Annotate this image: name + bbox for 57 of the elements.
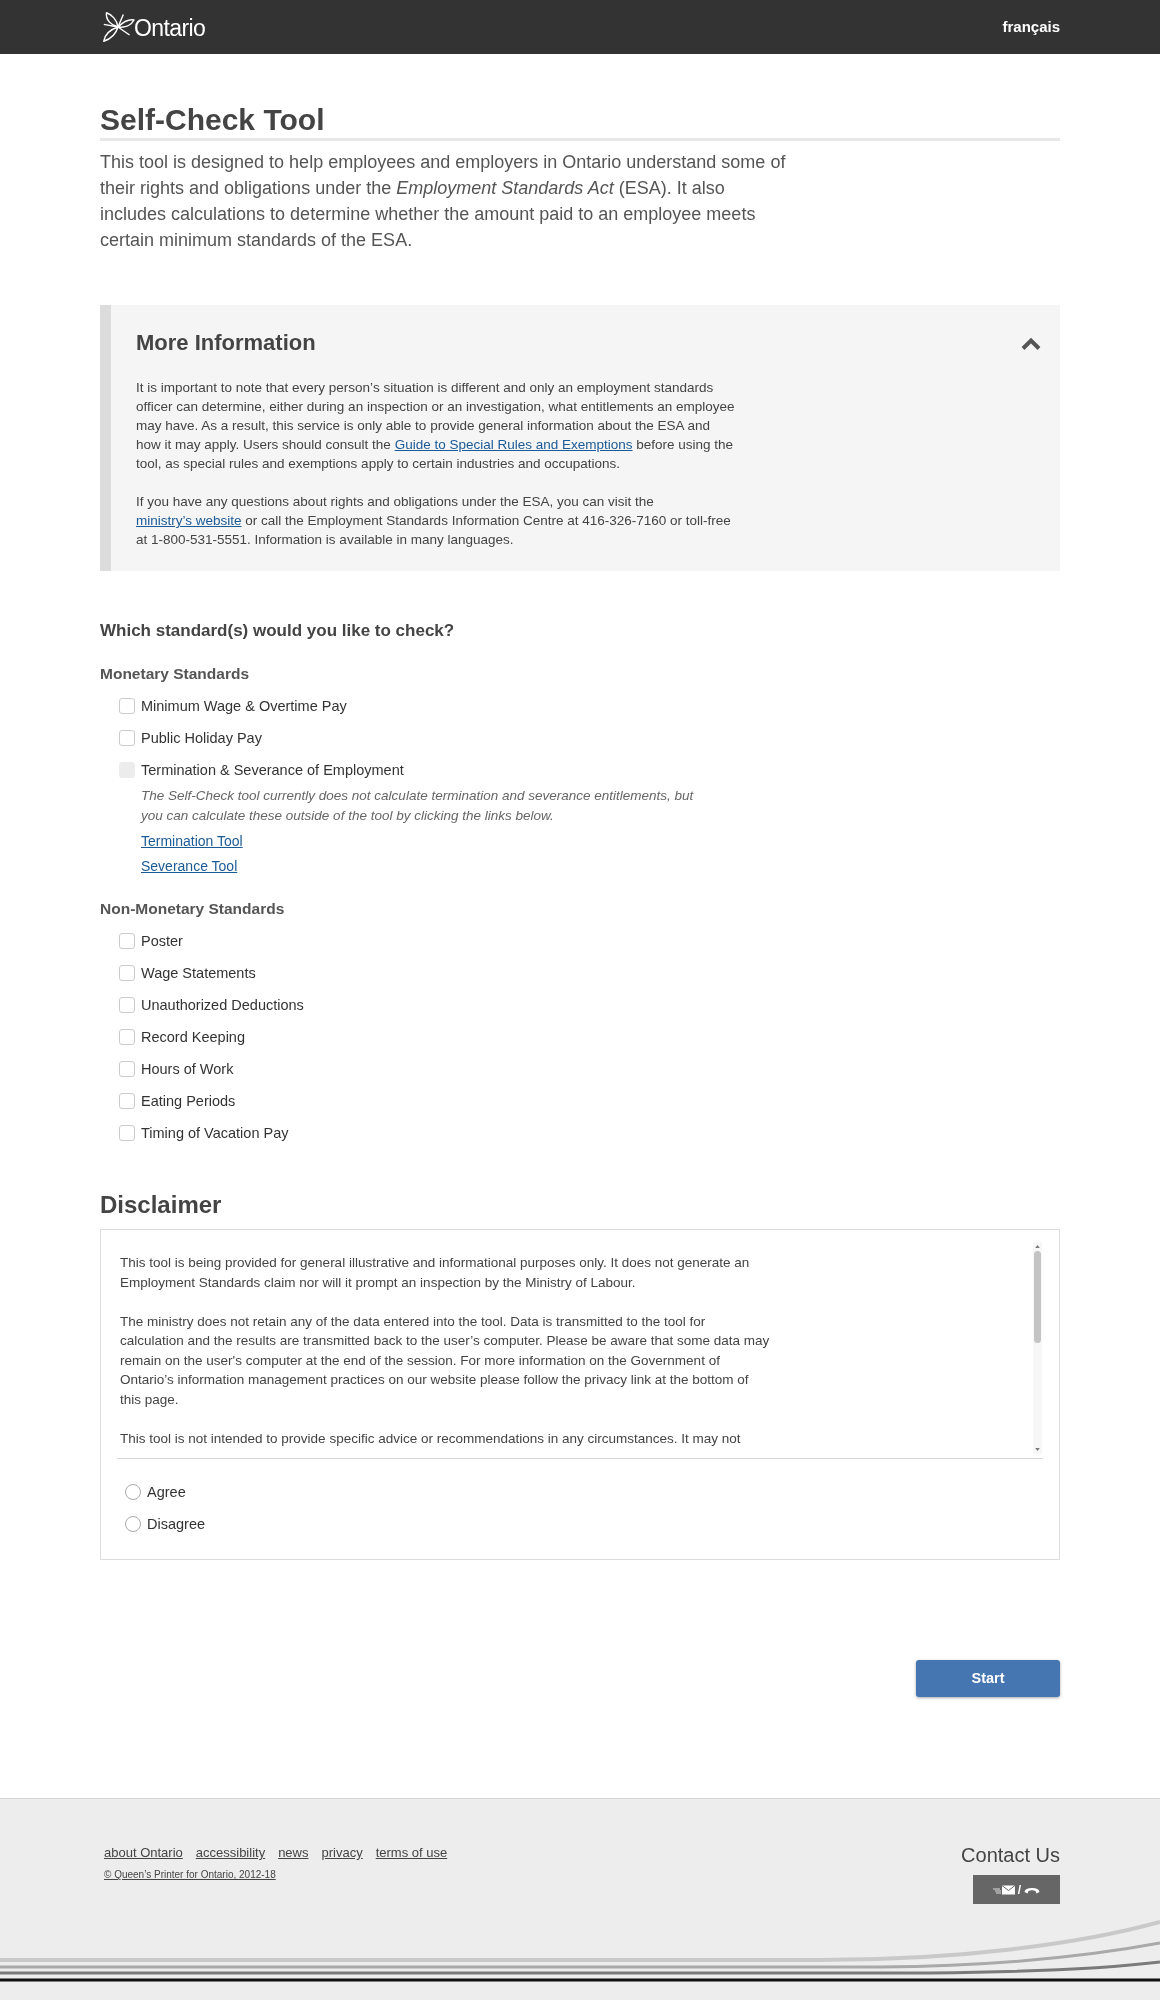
radio-label: Disagree bbox=[147, 1515, 206, 1534]
option-label: Record Keeping bbox=[141, 1028, 245, 1047]
checkbox[interactable] bbox=[119, 933, 135, 949]
checkbox[interactable] bbox=[119, 997, 135, 1013]
group-heading: Monetary Standards bbox=[100, 664, 249, 684]
chevron-up-icon[interactable] bbox=[1021, 336, 1041, 350]
contact-heading: Contact Us bbox=[961, 1843, 1060, 1868]
footer-link[interactable]: accessibility bbox=[195, 1844, 266, 1862]
envelope-icon bbox=[992, 1884, 1015, 1895]
question-heading: Which standard(s) would you like to check? bbox=[100, 620, 455, 642]
home-logo-link[interactable]: Ontario bbox=[100, 11, 206, 43]
scrollbar-thumb[interactable] bbox=[1034, 1251, 1041, 1343]
option-label: Public Holiday Pay bbox=[141, 729, 262, 748]
disclaimer-paragraph: This tool is being provided for general illustrative and informational purposes only. It does not generate an Employment Standards claim nor will it prompt an inspection by the Ministry of Labour. bbox=[120, 1254, 751, 1292]
info-paragraph: If you have any questions about rights and obligations under the ESA, you can visit the ministry’s website or call the Employment Standards Information Centre at 416-326-7160 or toll-free at 1-800-531-5551. Information is available in many languages. bbox=[136, 493, 732, 549]
option-label: Minimum Wage & Overtime Pay bbox=[141, 697, 347, 716]
note-text: The Self-Check tool currently does not calculate termination and severance entitlements, but you can calculate these outside of the tool by clicking the links below. bbox=[141, 787, 695, 825]
footer-link[interactable]: news bbox=[278, 1844, 309, 1862]
scroll-down-arrow-icon[interactable] bbox=[1035, 1448, 1040, 1451]
option-label: Timing of Vacation Pay bbox=[141, 1124, 289, 1143]
radio-button[interactable] bbox=[125, 1484, 141, 1500]
info-paragraph: It is important to note that every person’s situation is different and only an employment standards officer can determine, either during an inspection or an investigation, what entitlements an employee may have. As a result, this service is only able to provide general information about the ESA and how it may apply. Users should consult the Guide to Special Rules and Exemptions before using the tool, as special rules and exemptions apply to certain industries and occupations. bbox=[136, 379, 736, 473]
scrollbar[interactable] bbox=[1033, 1242, 1042, 1454]
checkbox[interactable] bbox=[119, 730, 135, 746]
footer-link[interactable]: terms of use bbox=[375, 1844, 448, 1862]
panel-heading: More Information bbox=[136, 329, 316, 357]
option-label: Termination & Severance of Employment bbox=[141, 761, 404, 780]
option-label: Wage Statements bbox=[141, 964, 256, 983]
inline-link[interactable]: Guide to Special Rules and Exemptions bbox=[394, 437, 633, 452]
checkbox[interactable] bbox=[119, 965, 135, 981]
copyright-link[interactable]: © Queen’s Printer for Ontario, 2012-18 bbox=[104, 1868, 276, 1882]
radio-button[interactable] bbox=[125, 1516, 141, 1532]
checkbox[interactable] bbox=[119, 1125, 135, 1141]
option-label: Eating Periods bbox=[141, 1092, 236, 1111]
page-title: Self-Check Tool bbox=[100, 102, 325, 138]
disclaimer-paragraph: The ministry does not retain any of the data entered into the tool. Data is transmitted to the tool for calculation and the results are transmitted back to the user’s computer. Please be aware that some data may remain on the user's computer at the end of the session. For more information on the Government of Ontario’s information management practices on our website please follow the privacy link at the bottom of this page. bbox=[120, 1312, 770, 1409]
intro-paragraph: This tool is designed to help employees and employers in Ontario understand some of their rights and obligations under the Employment Standards Act (ESA). It also includes calculations to determine whether the amount paid to an employee meets certain minimum standards of the ESA. bbox=[100, 151, 787, 252]
flower-icon bbox=[100, 11, 136, 43]
inline-link[interactable]: ministry’s website bbox=[136, 513, 242, 528]
disclaimer-heading: Disclaimer bbox=[100, 1190, 222, 1220]
disclaimer-paragraph: This tool is not intended to provide specific advice or recommendations in any circumstances. It may not bbox=[120, 1429, 742, 1448]
option-label: Poster bbox=[141, 932, 183, 951]
group-heading: Non-Monetary Standards bbox=[100, 899, 285, 919]
phone-icon bbox=[1024, 1885, 1041, 1894]
option-label: Unauthorized Deductions bbox=[141, 996, 304, 1015]
option-label: Hours of Work bbox=[141, 1060, 234, 1079]
checkbox[interactable] bbox=[119, 1093, 135, 1109]
scroll-up-arrow-icon[interactable] bbox=[1035, 1245, 1040, 1248]
footer-link[interactable]: about Ontario bbox=[104, 1844, 183, 1862]
language-link[interactable]: français bbox=[1002, 15, 1060, 39]
contact-button[interactable]: / bbox=[973, 1875, 1060, 1904]
start-button[interactable]: Start bbox=[916, 1660, 1060, 1697]
footer-link[interactable]: privacy bbox=[321, 1844, 363, 1862]
checkbox[interactable] bbox=[119, 1029, 135, 1045]
checkbox[interactable] bbox=[119, 698, 135, 714]
radio-label: Agree bbox=[147, 1483, 186, 1502]
checkbox[interactable] bbox=[119, 1061, 135, 1077]
